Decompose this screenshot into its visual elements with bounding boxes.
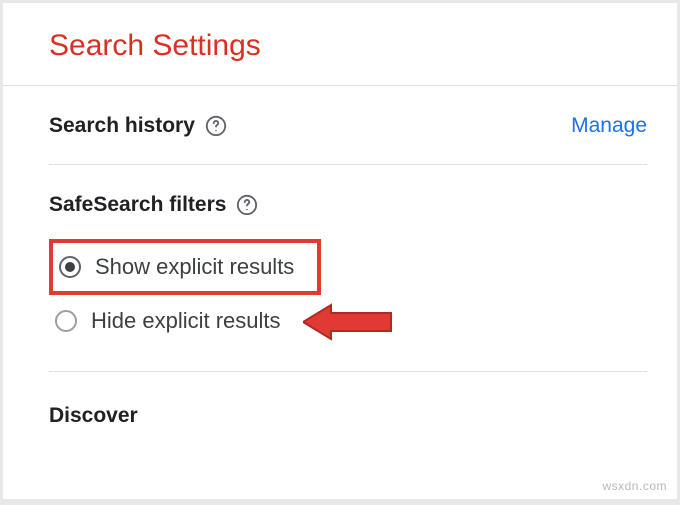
radio-label: Show explicit results xyxy=(95,254,294,280)
manage-link[interactable]: Manage xyxy=(571,114,647,138)
radio-icon xyxy=(55,310,77,332)
radio-show-explicit[interactable]: Show explicit results xyxy=(53,243,317,291)
search-history-title: Search history xyxy=(49,114,195,138)
radio-hide-explicit[interactable]: Hide explicit results xyxy=(49,297,647,345)
radio-label: Hide explicit results xyxy=(91,308,281,334)
help-icon[interactable] xyxy=(205,115,227,137)
watermark: wsxdn.com xyxy=(602,479,667,493)
search-history-section: Search history Manage xyxy=(3,86,677,164)
safesearch-radio-group: Show explicit results Hide explicit resu… xyxy=(49,235,647,345)
safesearch-title: SafeSearch filters xyxy=(49,193,226,217)
highlight-box: Show explicit results xyxy=(49,239,321,295)
page-title: Search Settings xyxy=(3,3,677,85)
help-icon[interactable] xyxy=(236,194,258,216)
discover-title: Discover xyxy=(49,404,138,427)
discover-section: Discover xyxy=(3,372,677,428)
safesearch-section: SafeSearch filters Show explicit results xyxy=(3,165,677,345)
radio-icon xyxy=(59,256,81,278)
